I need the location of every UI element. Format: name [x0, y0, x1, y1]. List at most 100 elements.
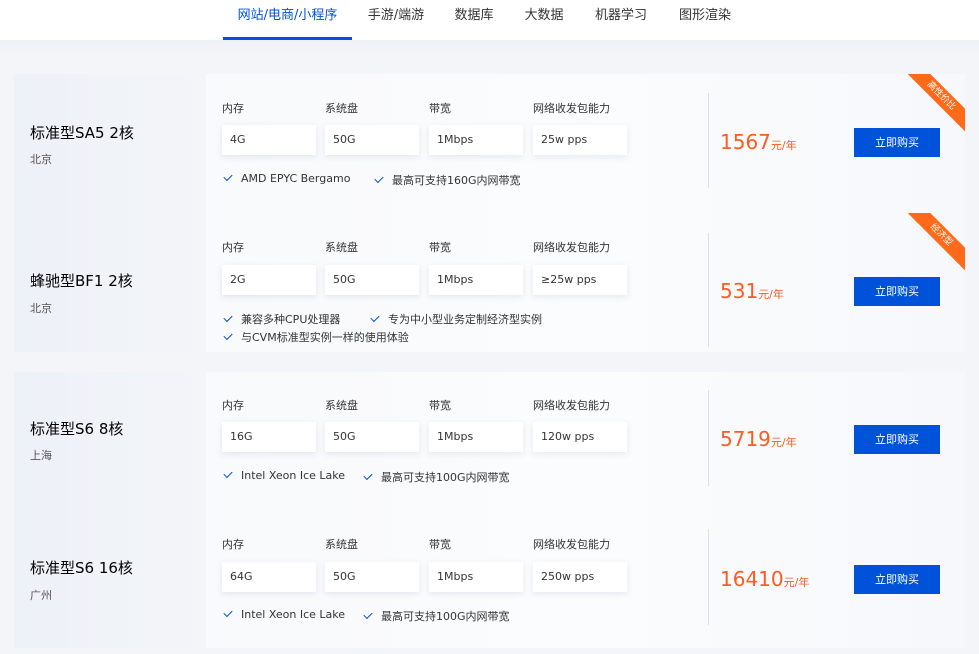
price-value: 16410 [720, 567, 784, 591]
spec-label-pps: 网络收发包能力 [533, 538, 610, 551]
feature-item: Intel Xeon Ice Lake [223, 468, 345, 482]
spec-label-memory: 内存 [222, 538, 244, 551]
price: 1567元/年 [720, 130, 797, 154]
spec-label-disk: 系统盘 [325, 241, 358, 254]
card-divider [708, 390, 709, 486]
feature-text: AMD EPYC Bergamo [241, 172, 351, 185]
card-divider [708, 233, 709, 347]
feature-item: 与CVM标准型实例一样的使用体验 [223, 329, 409, 345]
memory-select[interactable]: 64G [222, 562, 316, 592]
feature-item: 最高可支持160G内网带宽 [374, 172, 521, 188]
price: 531元/年 [720, 279, 784, 303]
memory-select[interactable]: 4G [222, 125, 316, 155]
product-card: 标准型S6 8核 上海 内存 系统盘 带宽 网络收发包能力 16G 50G 1M… [14, 372, 965, 511]
card-divider [708, 529, 709, 625]
product-name: 标准型S6 16核 [30, 559, 133, 577]
card-left-panel [14, 372, 206, 511]
feature-item: AMD EPYC Bergamo [223, 171, 351, 185]
feature-item: 兼容多种CPU处理器 [223, 311, 341, 327]
product-card: 标准型S6 16核 广州 内存 系统盘 带宽 网络收发包能力 64G 50G 1… [14, 511, 965, 648]
spec-label-bandwidth: 带宽 [429, 102, 451, 115]
spec-label-disk: 系统盘 [325, 399, 358, 412]
card-divider [708, 93, 709, 188]
spec-label-memory: 内存 [222, 399, 244, 412]
tab-graphics-rendering[interactable]: 图形渲染 [676, 0, 734, 40]
feature-text: 兼容多种CPU处理器 [241, 313, 341, 326]
price-value: 5719 [720, 427, 771, 451]
card-left-panel [14, 511, 206, 648]
feature-text: 与CVM标准型实例一样的使用体验 [241, 331, 409, 344]
disk-select[interactable]: 50G [325, 125, 419, 155]
spec-label-bandwidth: 带宽 [429, 241, 451, 254]
tab-big-data[interactable]: 大数据 [522, 0, 566, 40]
disk-select[interactable]: 50G [325, 422, 419, 452]
price: 5719元/年 [720, 427, 797, 451]
product-name: 标准型SA5 2核 [30, 124, 134, 142]
tab-games[interactable]: 手游/端游 [366, 0, 426, 40]
price-value: 1567 [720, 130, 771, 154]
ribbon-text: 高性价比 [905, 74, 965, 134]
price-unit: 元/年 [770, 139, 797, 152]
pps-value: 25w pps [533, 125, 627, 155]
ribbon-text: 经济型 [905, 213, 965, 273]
category-tab-bar: 网站/电商/小程序 手游/端游 数据库 大数据 机器学习 图形渲染 [0, 0, 979, 54]
product-region: 上海 [30, 449, 52, 462]
card-left-panel [14, 74, 206, 213]
pps-value: 120w pps [533, 422, 627, 452]
product-region: 广州 [30, 589, 52, 602]
disk-select[interactable]: 50G [325, 562, 419, 592]
feature-item: 专为中小型业务定制经济型实例 [370, 311, 542, 327]
price-unit: 元/年 [783, 576, 810, 589]
feature-text: 最高可支持160G内网带宽 [392, 174, 521, 187]
price-unit: 元/年 [770, 436, 797, 449]
tabbar-shadow [0, 40, 979, 54]
check-icon [374, 173, 384, 184]
spec-label-memory: 内存 [222, 102, 244, 115]
price-value: 531 [720, 279, 759, 303]
check-icon [223, 312, 233, 323]
price: 16410元/年 [720, 567, 809, 591]
product-name: 蜂驰型BF1 2核 [30, 272, 133, 290]
spec-label-bandwidth: 带宽 [429, 399, 451, 412]
product-card: 蜂驰型BF1 2核 北京 内存 系统盘 带宽 网络收发包能力 2G 50G 1M… [14, 213, 965, 352]
feature-item: Intel Xeon Ice Lake [223, 607, 346, 621]
tab-machine-learning[interactable]: 机器学习 [592, 0, 650, 40]
bandwidth-select[interactable]: 1Mbps [429, 562, 523, 592]
check-icon [223, 468, 233, 479]
buy-button[interactable]: 立即购买 [854, 425, 940, 454]
product-region: 北京 [30, 153, 52, 166]
bandwidth-select[interactable]: 1Mbps [429, 422, 523, 452]
check-icon [223, 330, 233, 341]
pps-value: ≥25w pps [533, 265, 627, 295]
feature-text: Intel Xeon Ice Lake [241, 608, 346, 621]
spec-label-pps: 网络收发包能力 [533, 399, 610, 412]
spec-label-pps: 网络收发包能力 [533, 241, 610, 254]
spec-label-disk: 系统盘 [325, 538, 358, 551]
check-icon [363, 470, 373, 481]
tab-website-ecommerce[interactable]: 网站/电商/小程序 [223, 0, 352, 40]
spec-label-memory: 内存 [222, 241, 244, 254]
disk-select[interactable]: 50G [325, 265, 419, 295]
feature-text: 专为中小型业务定制经济型实例 [388, 313, 542, 326]
check-icon [363, 609, 373, 620]
check-icon [370, 312, 380, 323]
feature-text: 最高可支持100G内网带宽 [381, 471, 510, 484]
memory-select[interactable]: 2G [222, 265, 316, 295]
spec-label-disk: 系统盘 [325, 102, 358, 115]
bandwidth-select[interactable]: 1Mbps [429, 125, 523, 155]
buy-button[interactable]: 立即购买 [854, 565, 940, 594]
feature-item: 最高可支持100G内网带宽 [363, 469, 510, 485]
tab-database[interactable]: 数据库 [452, 0, 496, 40]
buy-button[interactable]: 立即购买 [854, 277, 940, 306]
bandwidth-select[interactable]: 1Mbps [429, 265, 523, 295]
check-icon [223, 171, 233, 182]
memory-select[interactable]: 16G [222, 422, 316, 452]
feature-text: 最高可支持100G内网带宽 [381, 610, 510, 623]
price-unit: 元/年 [758, 288, 784, 301]
spec-label-bandwidth: 带宽 [429, 538, 451, 551]
product-name: 标准型S6 8核 [30, 420, 124, 438]
feature-item: 最高可支持100G内网带宽 [363, 608, 510, 624]
ribbon-badge: 经济型 [905, 213, 965, 273]
check-icon [223, 607, 233, 618]
product-region: 北京 [30, 302, 52, 315]
